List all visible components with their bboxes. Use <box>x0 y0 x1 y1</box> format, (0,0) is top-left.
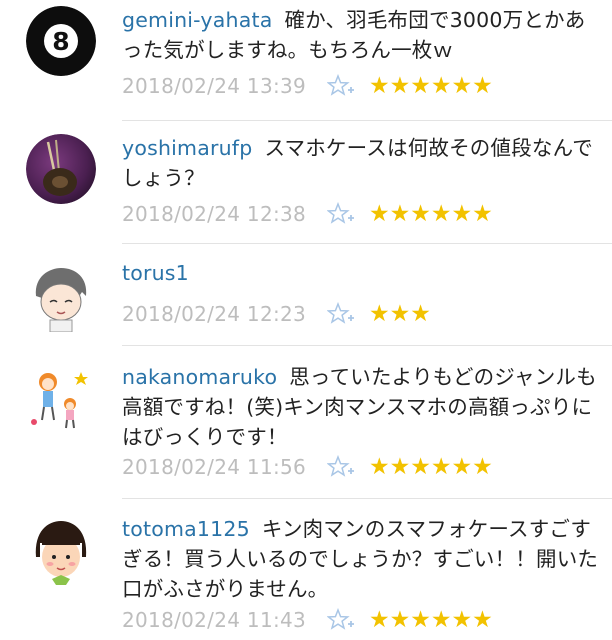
comment-body: gemini-yahata 確か、羽毛布団で3000万とかあった気がしますね。もち… <box>122 5 602 65</box>
star-rating: ★★★★★★ <box>369 200 493 227</box>
comment-body: torus1 <box>122 258 602 288</box>
eight-ball-icon: 8 <box>26 6 96 76</box>
comment-item: totoma1125 キン肉マンのスマフォケースすごすぎる！買う人いるのでしょうか… <box>0 499 612 640</box>
comment-meta: 2018/02/24 13:39 ★★★★★★ <box>122 71 493 101</box>
comment-username[interactable]: torus1 <box>122 261 189 285</box>
comment-item: yoshimarufp スマホケースは何故その値段なんでしょう？ 2018/02/… <box>0 121 612 243</box>
comment-username[interactable]: totoma1125 <box>122 517 250 541</box>
comment-meta: 2018/02/24 12:23 ★★★ <box>122 299 431 329</box>
comment-item: torus1 2018/02/24 12:23 ★★★ <box>0 244 612 345</box>
girl-drawing-icon <box>26 364 96 434</box>
comment-timestamp[interactable]: 2018/02/24 11:56 <box>122 455 327 479</box>
star-rating: ★★★★★★ <box>369 72 493 99</box>
avatar[interactable] <box>26 262 96 332</box>
avatar[interactable] <box>26 134 96 204</box>
star-plus-icon[interactable] <box>327 455 355 479</box>
avatar[interactable]: 8 <box>26 6 96 76</box>
comment-meta: 2018/02/24 12:38 ★★★★★★ <box>122 199 493 229</box>
star-rating: ★★★ <box>369 300 431 327</box>
comment-body: yoshimarufp スマホケースは何故その値段なんでしょう？ <box>122 133 602 193</box>
girl-face-icon <box>26 517 96 587</box>
star-plus-icon[interactable] <box>327 202 355 226</box>
star-plus-icon[interactable] <box>327 74 355 98</box>
guitar-photo-icon <box>26 134 96 204</box>
comment-item: 8 gemini-yahata 確か、羽毛布団で3000万とかあった気がしますね。… <box>0 0 612 120</box>
comment-item: nakanomaruko 思っていたよりもどのジャンルも高額ですね！(笑)キン肉マ… <box>0 346 612 498</box>
comment-timestamp[interactable]: 2018/02/24 13:39 <box>122 74 327 98</box>
comment-meta: 2018/02/24 11:56 ★★★★★★ <box>122 452 493 482</box>
comment-body: totoma1125 キン肉マンのスマフォケースすごすぎる！買う人いるのでしょうか… <box>122 514 602 604</box>
svg-text:8: 8 <box>52 27 69 56</box>
avatar[interactable] <box>26 364 96 434</box>
comment-username[interactable]: gemini-yahata <box>122 8 272 32</box>
star-rating: ★★★★★★ <box>369 453 493 480</box>
comment-username[interactable]: nakanomaruko <box>122 365 277 389</box>
comment-username[interactable]: yoshimarufp <box>122 136 252 160</box>
cartoon-face-icon <box>26 262 96 332</box>
star-rating: ★★★★★★ <box>369 606 493 633</box>
avatar[interactable] <box>26 517 96 587</box>
comment-timestamp[interactable]: 2018/02/24 11:43 <box>122 608 327 632</box>
comment-body: nakanomaruko 思っていたよりもどのジャンルも高額ですね！(笑)キン肉マ… <box>122 362 602 452</box>
comment-timestamp[interactable]: 2018/02/24 12:38 <box>122 202 327 226</box>
comment-timestamp[interactable]: 2018/02/24 12:23 <box>122 302 327 326</box>
star-plus-icon[interactable] <box>327 608 355 632</box>
star-plus-icon[interactable] <box>327 302 355 326</box>
comment-meta: 2018/02/24 11:43 ★★★★★★ <box>122 605 493 635</box>
